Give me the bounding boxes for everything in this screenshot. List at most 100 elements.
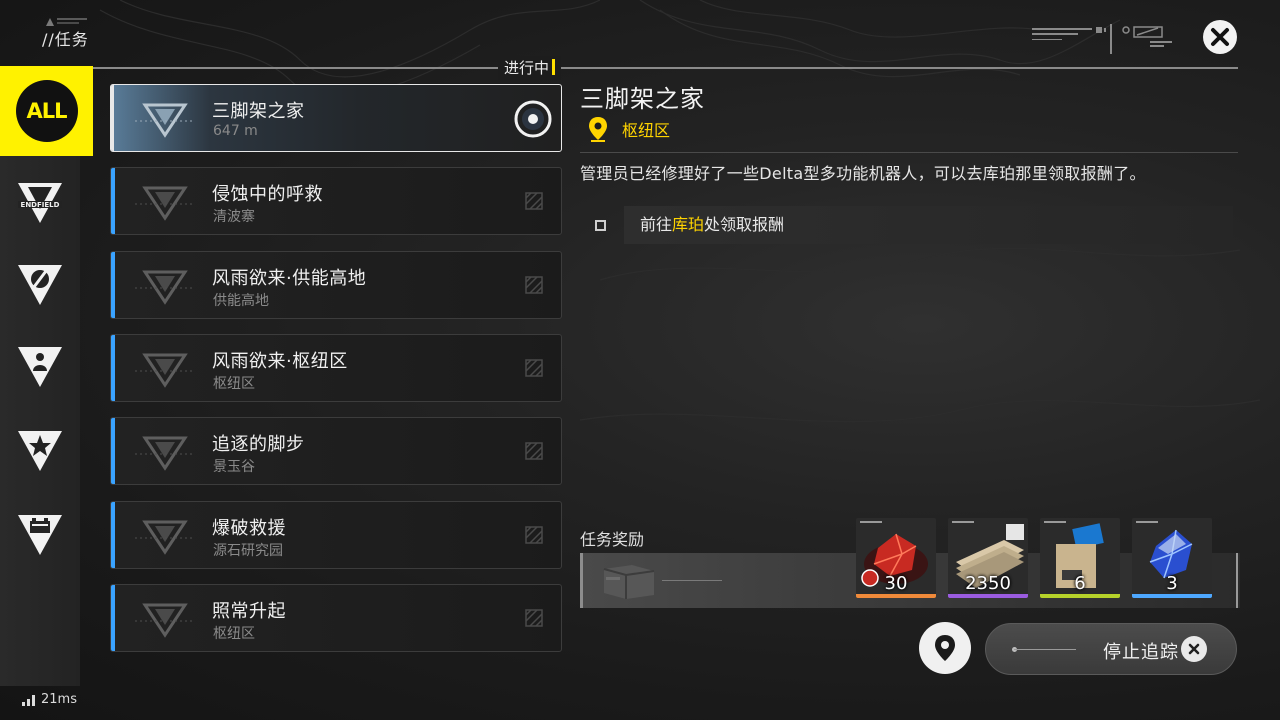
quest-accent [111,418,115,484]
quest-title: 照常升起 [212,601,286,622]
hatch-icon [525,276,543,294]
stop-tracking-label: 停止追踪 [1103,642,1179,663]
quest-subtitle: 源石研究园 [213,543,283,559]
objective-highlight: 库珀 [672,215,705,234]
quest-card[interactable]: 风雨欲来·供能高地供能高地 [110,251,562,319]
objective-bullet-icon [595,220,606,231]
hud-decoration [1032,24,1172,54]
quest-card[interactable]: 照常升起 枢纽区 [110,584,562,652]
signal-icon [22,694,35,706]
rarity-bar [856,594,936,598]
reward-red-crystal[interactable]: 30 [856,518,936,598]
close-button[interactable] [1203,20,1237,54]
status-cursor [552,59,556,75]
quest-card[interactable]: 风雨欲来·枢纽区枢纽区 [110,334,562,402]
location-pin-icon [589,117,607,142]
location-row: 枢纽区 [588,116,670,142]
reward-qty: 3 [1166,573,1178,594]
quest-subtitle: 清波寨 [213,209,255,225]
person-icon [18,347,62,387]
rarity-bar [948,594,1028,598]
quest-card[interactable]: 爆破救援 源石研究园 [110,501,562,569]
category-rail: ALL ENDFIELD [0,66,93,686]
hatch-icon [525,442,543,460]
quest-card[interactable]: 三脚架之家 647 m [110,84,562,152]
rail-item-all[interactable]: ALL [0,66,93,156]
quest-emblem-icon [135,603,195,638]
all-badge: ALL [15,80,78,142]
rail-item-npc[interactable] [0,326,80,408]
endfield-icon-text: ENDFIELD [21,201,60,209]
reward-top-strip [1136,521,1158,523]
reward-money-bundle[interactable]: 2350 [948,518,1028,598]
quest-title: 追逐的脚步 [212,434,305,455]
breadcrumb: //任务 [42,30,89,49]
quest-accent [111,585,115,651]
reward-qty: 30 [884,573,908,594]
stop-tracking-button[interactable]: 停止追踪 [985,623,1237,675]
quest-accent [111,502,115,568]
stop-line [1014,649,1076,650]
close-icon [1211,28,1229,46]
rail-item-star[interactable] [0,410,80,492]
rail-item-side[interactable] [0,244,80,326]
quest-subtitle: 枢纽区 [213,626,255,642]
quest-title: 风雨欲来·枢纽区 [212,351,348,372]
quest-accent [111,168,115,234]
reward-qty: 6 [1074,573,1086,594]
rarity-bar [1132,594,1212,598]
rail-item-endfield[interactable]: ENDFIELD [0,162,80,244]
quest-emblem-icon [135,436,195,471]
rarity-bar [1040,594,1120,598]
quest-subtitle: 枢纽区 [213,376,255,392]
objective-row: 前往库珀处领取报酬 [580,206,1233,244]
objective-pre: 前往 [640,215,673,234]
quest-title: 爆破救援 [212,518,286,539]
reward-top-strip [952,521,974,523]
hatch-icon [525,192,543,210]
reward-label: 任务奖励 [580,530,645,549]
hatch-icon [525,359,543,377]
map-button[interactable] [919,622,971,674]
ping-indicator: 21ms [22,692,77,707]
detail-title: 三脚架之家 [580,85,705,113]
hatch-icon [525,609,543,627]
hatch-icon [525,526,543,544]
reward-top-strip [1044,521,1066,523]
reward-exp-record[interactable]: 6 [1040,518,1120,598]
location-label: 枢纽区 [622,121,671,140]
status-tag-label: 进行中 [504,59,550,77]
quest-title: 风雨欲来·供能高地 [212,268,367,289]
quest-title: 三脚架之家 [212,101,305,122]
compass-icon [18,265,62,305]
crate-line [662,580,722,581]
tracking-target-icon [514,100,552,138]
battery-icon [18,515,62,555]
quest-accent [111,85,114,151]
rail-item-event[interactable] [0,494,80,576]
top-divider [92,67,1238,69]
quest-accent [111,335,115,401]
quest-accent [111,252,115,318]
quest-subtitle: 供能高地 [213,293,269,309]
detail-divider [580,152,1238,153]
reward-track-edge-right [1236,553,1238,608]
reward-top-strip [860,521,882,523]
ping-value: 21ms [41,692,77,707]
star-icon [18,431,62,471]
stop-close-icon [1181,636,1207,662]
quest-subtitle: 景玉谷 [213,459,255,475]
objective-text: 前往库珀处领取报酬 [624,206,1233,244]
reward-qty: 2350 [965,573,1011,594]
quest-title: 侵蚀中的呼救 [212,184,323,205]
quest-emblem-icon [135,520,195,555]
reward-blue-crystal[interactable]: 3 [1132,518,1212,598]
endfield-icon: ENDFIELD [18,183,62,223]
quest-emblem-icon [135,186,195,221]
quest-card[interactable]: 侵蚀中的呼救 清波寨 [110,167,562,235]
map-pin-icon [935,635,955,661]
detail-description: 管理员已经修理好了一些Delta型多功能机器人，可以去库珀那里领取报酬了。 [580,164,1146,183]
objective-post: 处领取报酬 [704,215,785,234]
crate-icon [603,565,655,599]
quest-card[interactable]: 追逐的脚步 景玉谷 [110,417,562,485]
